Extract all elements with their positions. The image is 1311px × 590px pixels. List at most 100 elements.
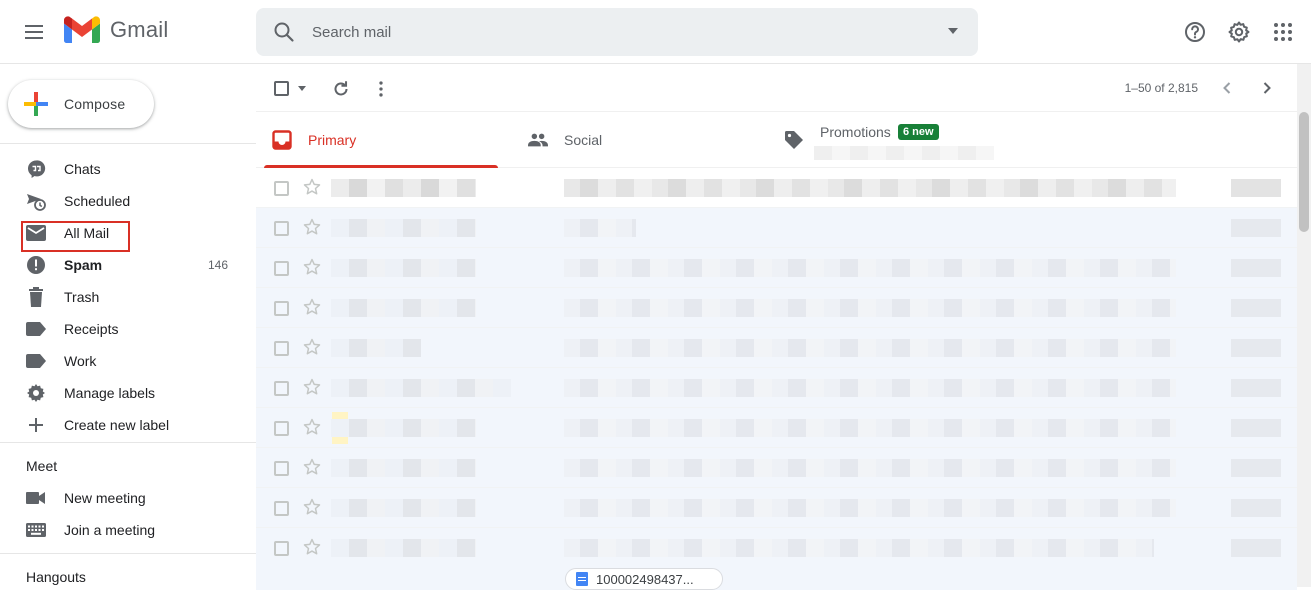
sidebar-item-label: Work: [64, 353, 97, 369]
sidebar-item-work[interactable]: Work: [0, 345, 256, 377]
search-options-caret-icon[interactable]: [948, 28, 958, 34]
sender-blurred: [331, 499, 476, 517]
date-blurred: [1231, 419, 1281, 437]
tag-icon: [785, 131, 803, 149]
tab-promotions[interactable]: Promotions 6 new: [768, 112, 1028, 168]
star-icon[interactable]: [302, 457, 322, 477]
apps-grid-icon: [1274, 23, 1292, 41]
scheduled-icon: [26, 191, 46, 211]
row-checkbox[interactable]: [274, 421, 289, 436]
star-icon[interactable]: [302, 497, 322, 517]
sidebar-item-label: Manage labels: [64, 385, 156, 401]
search-bar[interactable]: [256, 8, 978, 56]
tab-label: Primary: [308, 132, 357, 148]
star-icon[interactable]: [302, 177, 322, 197]
subject-blurred: [564, 419, 1176, 437]
sidebar-nav: Chats Scheduled All Mail Spam 146 Trash …: [0, 153, 256, 441]
subject-blurred: [564, 379, 1176, 397]
sender-blurred: [331, 339, 421, 357]
sidebar-item-all-mail[interactable]: All Mail: [0, 217, 256, 249]
email-row[interactable]: [256, 328, 1297, 368]
email-row[interactable]: [256, 368, 1297, 408]
subject-blurred: [564, 299, 1176, 317]
row-checkbox[interactable]: [274, 261, 289, 276]
hangouts-section-title: Hangouts: [26, 569, 86, 585]
google-apps-button[interactable]: [1263, 12, 1303, 52]
chevron-left-icon[interactable]: [1215, 76, 1239, 100]
email-row[interactable]: [256, 528, 1297, 590]
row-checkbox[interactable]: [274, 381, 289, 396]
gmail-logo[interactable]: Gmail: [64, 16, 168, 43]
plus-icon: [26, 415, 46, 435]
sidebar-divider: [0, 143, 256, 144]
tab-social[interactable]: Social: [512, 112, 762, 168]
row-checkbox[interactable]: [274, 341, 289, 356]
support-button[interactable]: [1175, 12, 1215, 52]
main-menu-button[interactable]: [16, 14, 52, 50]
subject-blurred: [564, 179, 1176, 197]
mail-list-panel: 1–50 of 2,815 Primary Social Promotions: [256, 64, 1297, 590]
email-row[interactable]: [256, 408, 1297, 448]
select-all-checkbox[interactable]: [274, 81, 289, 96]
chevron-right-icon[interactable]: [1255, 76, 1279, 100]
meet-section: New meeting Join a meeting: [0, 482, 256, 546]
subject-blurred: [564, 219, 636, 237]
promotions-preview-blurred: [814, 146, 994, 160]
sidebar-item-new-meeting[interactable]: New meeting: [0, 482, 256, 514]
sender-blurred: [331, 259, 476, 277]
sidebar-item-spam[interactable]: Spam 146: [0, 249, 256, 281]
email-row[interactable]: [256, 208, 1297, 248]
new-count-badge: 6 new: [898, 124, 939, 140]
email-row[interactable]: [256, 168, 1297, 208]
email-row[interactable]: [256, 288, 1297, 328]
email-row[interactable]: [256, 448, 1297, 488]
category-tabs: Primary Social Promotions 6 new: [256, 112, 1297, 168]
more-vert-icon[interactable]: [370, 78, 392, 100]
star-icon[interactable]: [302, 417, 322, 437]
date-blurred: [1231, 179, 1281, 197]
sidebar-item-trash[interactable]: Trash: [0, 281, 256, 313]
scrollbar[interactable]: [1297, 64, 1311, 587]
search-input[interactable]: [312, 8, 912, 56]
settings-button[interactable]: [1219, 12, 1259, 52]
refresh-icon[interactable]: [330, 78, 352, 100]
star-icon[interactable]: [302, 537, 322, 557]
sidebar-item-chats[interactable]: Chats: [0, 153, 256, 185]
top-bar: Gmail: [0, 0, 1311, 64]
sidebar-item-join-meeting[interactable]: Join a meeting: [0, 514, 256, 546]
email-row[interactable]: [256, 488, 1297, 528]
meet-section-title: Meet: [26, 458, 58, 474]
subject-blurred: [564, 259, 1176, 277]
date-blurred: [1231, 499, 1281, 517]
pagination-text: 1–50 of 2,815: [1124, 81, 1198, 95]
subject-blurred: [564, 339, 1176, 357]
settings-gear-icon: [1228, 21, 1250, 43]
star-icon[interactable]: [302, 217, 322, 237]
sidebar: Compose Chats Scheduled All Mail Spam 14…: [0, 64, 256, 587]
search-icon[interactable]: [272, 20, 296, 44]
star-icon[interactable]: [302, 257, 322, 277]
sender-blurred: [331, 299, 476, 317]
scrollbar-thumb[interactable]: [1299, 112, 1309, 232]
star-icon[interactable]: [302, 377, 322, 397]
date-blurred: [1231, 459, 1281, 477]
sidebar-item-scheduled[interactable]: Scheduled: [0, 185, 256, 217]
sidebar-item-create-new-label[interactable]: Create new label: [0, 409, 256, 441]
row-checkbox[interactable]: [274, 501, 289, 516]
star-icon[interactable]: [302, 337, 322, 357]
compose-button[interactable]: Compose: [8, 80, 154, 128]
row-checkbox[interactable]: [274, 461, 289, 476]
sidebar-item-manage-labels[interactable]: Manage labels: [0, 377, 256, 409]
sender-blurred: [331, 459, 476, 477]
sidebar-item-receipts[interactable]: Receipts: [0, 313, 256, 345]
row-checkbox[interactable]: [274, 541, 289, 556]
email-row[interactable]: [256, 248, 1297, 288]
row-checkbox[interactable]: [274, 181, 289, 196]
row-checkbox[interactable]: [274, 221, 289, 236]
tab-primary[interactable]: Primary: [256, 112, 506, 168]
inbox-icon: [272, 130, 292, 150]
star-icon[interactable]: [302, 297, 322, 317]
row-checkbox[interactable]: [274, 301, 289, 316]
sidebar-item-label: Scheduled: [64, 193, 131, 209]
select-options-caret-icon[interactable]: [298, 86, 306, 91]
